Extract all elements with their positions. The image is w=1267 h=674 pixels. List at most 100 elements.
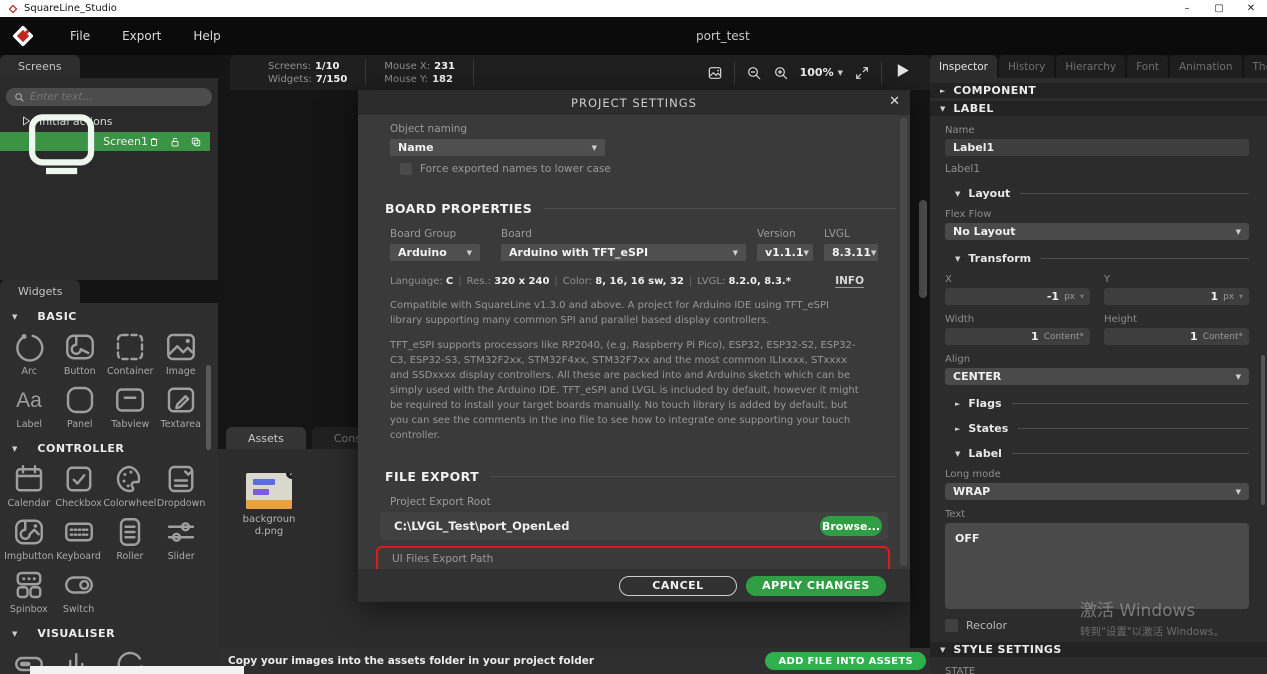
tab-history[interactable]: History <box>999 55 1054 78</box>
lvgl-dropdown[interactable]: 8.3.11▼ <box>824 244 878 261</box>
label-props-subheader[interactable]: ▼ Label <box>955 447 1249 460</box>
play-button[interactable] <box>893 61 912 84</box>
expanded-icon: ▼ <box>940 105 945 113</box>
widget-switch[interactable]: Switch <box>54 567 104 615</box>
long-mode-dropdown[interactable]: WRAP▼ <box>945 483 1249 500</box>
project-export-root-field[interactable]: C:\LVGL_Test\port_OpenLed Browse... <box>380 512 888 540</box>
checkbox-icon <box>61 461 97 497</box>
widget-checkbox[interactable]: Checkbox <box>54 461 104 509</box>
dialog-body: Object naming Name▼ Force exported names… <box>358 115 896 569</box>
expanded-icon: ▼ <box>12 630 17 638</box>
zoom-out-icon[interactable] <box>746 65 762 81</box>
tab-themes[interactable]: Themes <box>1244 55 1267 78</box>
ui-files-export-path-label: UI Files Export Path <box>392 553 888 565</box>
remove-asset-icon[interactable]: ✕ <box>286 473 292 479</box>
recolor-checkbox[interactable] <box>945 619 958 632</box>
widget-arc[interactable]: Arc <box>4 329 55 377</box>
inspector-scrollbar[interactable] <box>1261 355 1265 505</box>
widget-colorwheel[interactable]: Colorwheel <box>103 461 156 509</box>
inspector-tabs: InspectorHistoryHierarchyFontAnimationTh… <box>930 55 1267 78</box>
duplicate-icon[interactable] <box>190 136 202 148</box>
maximize-icon[interactable]: ▢ <box>1203 0 1235 17</box>
divider <box>734 61 735 85</box>
widget-slider[interactable]: Slider <box>156 514 206 562</box>
y-input[interactable]: 1px▼ <box>1104 288 1249 305</box>
tab-assets[interactable]: Assets <box>226 427 306 449</box>
tab-animation[interactable]: Animation <box>1170 55 1242 78</box>
chevron-down-icon: ▼ <box>733 249 738 257</box>
widget-calendar[interactable]: Calendar <box>4 461 54 509</box>
text-area[interactable]: OFF <box>945 523 1249 609</box>
transform-subheader[interactable]: ▼ Transform <box>955 252 1249 265</box>
close-icon[interactable]: ✕ <box>1235 0 1267 17</box>
delete-icon[interactable] <box>148 136 160 148</box>
widget-dropdown[interactable]: Dropdown <box>156 461 206 509</box>
widgets-section-basic[interactable]: ▼BASIC <box>0 306 218 327</box>
widget-container[interactable]: Container <box>105 329 156 377</box>
tab-hierarchy[interactable]: Hierarchy <box>1056 55 1125 78</box>
unlock-icon[interactable] <box>169 136 181 148</box>
tab-widgets[interactable]: Widgets <box>0 280 80 303</box>
height-input[interactable]: 1Content* <box>1104 328 1249 345</box>
menu-help[interactable]: Help <box>177 29 236 43</box>
widget-tabview[interactable]: Tabview <box>105 382 156 430</box>
zoom-level-dropdown[interactable]: 100%▼ <box>800 66 843 79</box>
align-dropdown[interactable]: CENTER▼ <box>945 368 1249 385</box>
component-section-header[interactable]: ► COMPONENT <box>930 83 1267 98</box>
widget-imgbutton[interactable]: Imgbutton <box>4 514 54 562</box>
canvas-scrollbar[interactable] <box>919 200 927 298</box>
widget-textarea[interactable]: Textarea <box>156 382 207 430</box>
tab-screens[interactable]: Screens <box>0 55 80 78</box>
unit-dropdown-icon[interactable]: ▼ <box>1239 294 1243 300</box>
zoom-in-icon[interactable] <box>773 65 789 81</box>
board-group-dropdown[interactable]: Arduino▼ <box>390 244 480 261</box>
dialog-scrollbar[interactable] <box>900 118 907 566</box>
object-naming-label: Object naming <box>390 123 896 135</box>
y-label: Y <box>1104 274 1249 285</box>
widgets-section-controller[interactable]: ▼CONTROLLER <box>0 438 218 459</box>
unit-dropdown-icon[interactable]: ▼ <box>1080 294 1084 300</box>
asset-item[interactable]: ✕ background.png <box>240 473 298 537</box>
flags-subheader[interactable]: ► Flags <box>955 397 1249 410</box>
widget-label[interactable]: AaLabel <box>4 382 55 430</box>
widget-image[interactable]: Image <box>156 329 207 377</box>
width-input[interactable]: 1Content* <box>945 328 1090 345</box>
layout-subheader[interactable]: ▼ Layout <box>955 187 1249 200</box>
close-icon[interactable]: ✕ <box>889 94 900 109</box>
object-naming-dropdown[interactable]: Name▼ <box>390 139 605 156</box>
fullscreen-icon[interactable] <box>854 65 870 81</box>
add-file-into-assets-button[interactable]: ADD FILE INTO ASSETS <box>765 652 926 670</box>
widget-button[interactable]: Button <box>55 329 106 377</box>
name-input[interactable]: Label1 <box>945 139 1249 156</box>
widget-spinbox[interactable]: Spinbox <box>4 567 54 615</box>
asset-thumbnail: ✕ <box>246 473 292 509</box>
menu-file[interactable]: File <box>54 29 106 43</box>
info-link[interactable]: INFO <box>835 275 864 288</box>
widgets-scrollbar[interactable] <box>206 365 211 450</box>
apply-changes-button[interactable]: APPLY CHANGES <box>746 576 886 596</box>
tooltip-strip <box>30 666 244 674</box>
states-subheader[interactable]: ► States <box>955 422 1249 435</box>
menu-export[interactable]: Export <box>106 29 177 43</box>
browse-button[interactable]: Browse... <box>820 516 882 536</box>
force-lowercase-checkbox[interactable] <box>400 163 412 175</box>
board-dropdown[interactable]: Arduino with TFT_eSPI▼ <box>501 244 746 261</box>
cancel-button[interactable]: CANCEL <box>619 576 737 596</box>
widget-roller[interactable]: Roller <box>103 514 156 562</box>
tab-inspector[interactable]: Inspector <box>930 55 997 78</box>
switch-icon <box>61 567 97 603</box>
widget-panel[interactable]: Panel <box>55 382 106 430</box>
fit-image-icon[interactable] <box>707 65 723 81</box>
screen-row-selected[interactable]: Screen1 <box>0 132 210 151</box>
label-section-header[interactable]: ▼ LABEL <box>930 101 1267 116</box>
widgets-section-visualiser[interactable]: ▼VISUALISER <box>0 623 218 644</box>
chevron-down-icon: ▼ <box>592 144 597 152</box>
dialog-title: PROJECT SETTINGS <box>571 96 697 110</box>
version-dropdown[interactable]: v1.1.1▼ <box>757 244 813 261</box>
minimize-icon[interactable]: – <box>1171 0 1203 17</box>
flex-flow-dropdown[interactable]: No Layout▼ <box>945 223 1249 240</box>
tab-font[interactable]: Font <box>1127 55 1168 78</box>
style-settings-header[interactable]: ▼ STYLE SETTINGS <box>930 642 1267 657</box>
x-input[interactable]: -1px▼ <box>945 288 1090 305</box>
widget-keyboard[interactable]: Keyboard <box>54 514 104 562</box>
